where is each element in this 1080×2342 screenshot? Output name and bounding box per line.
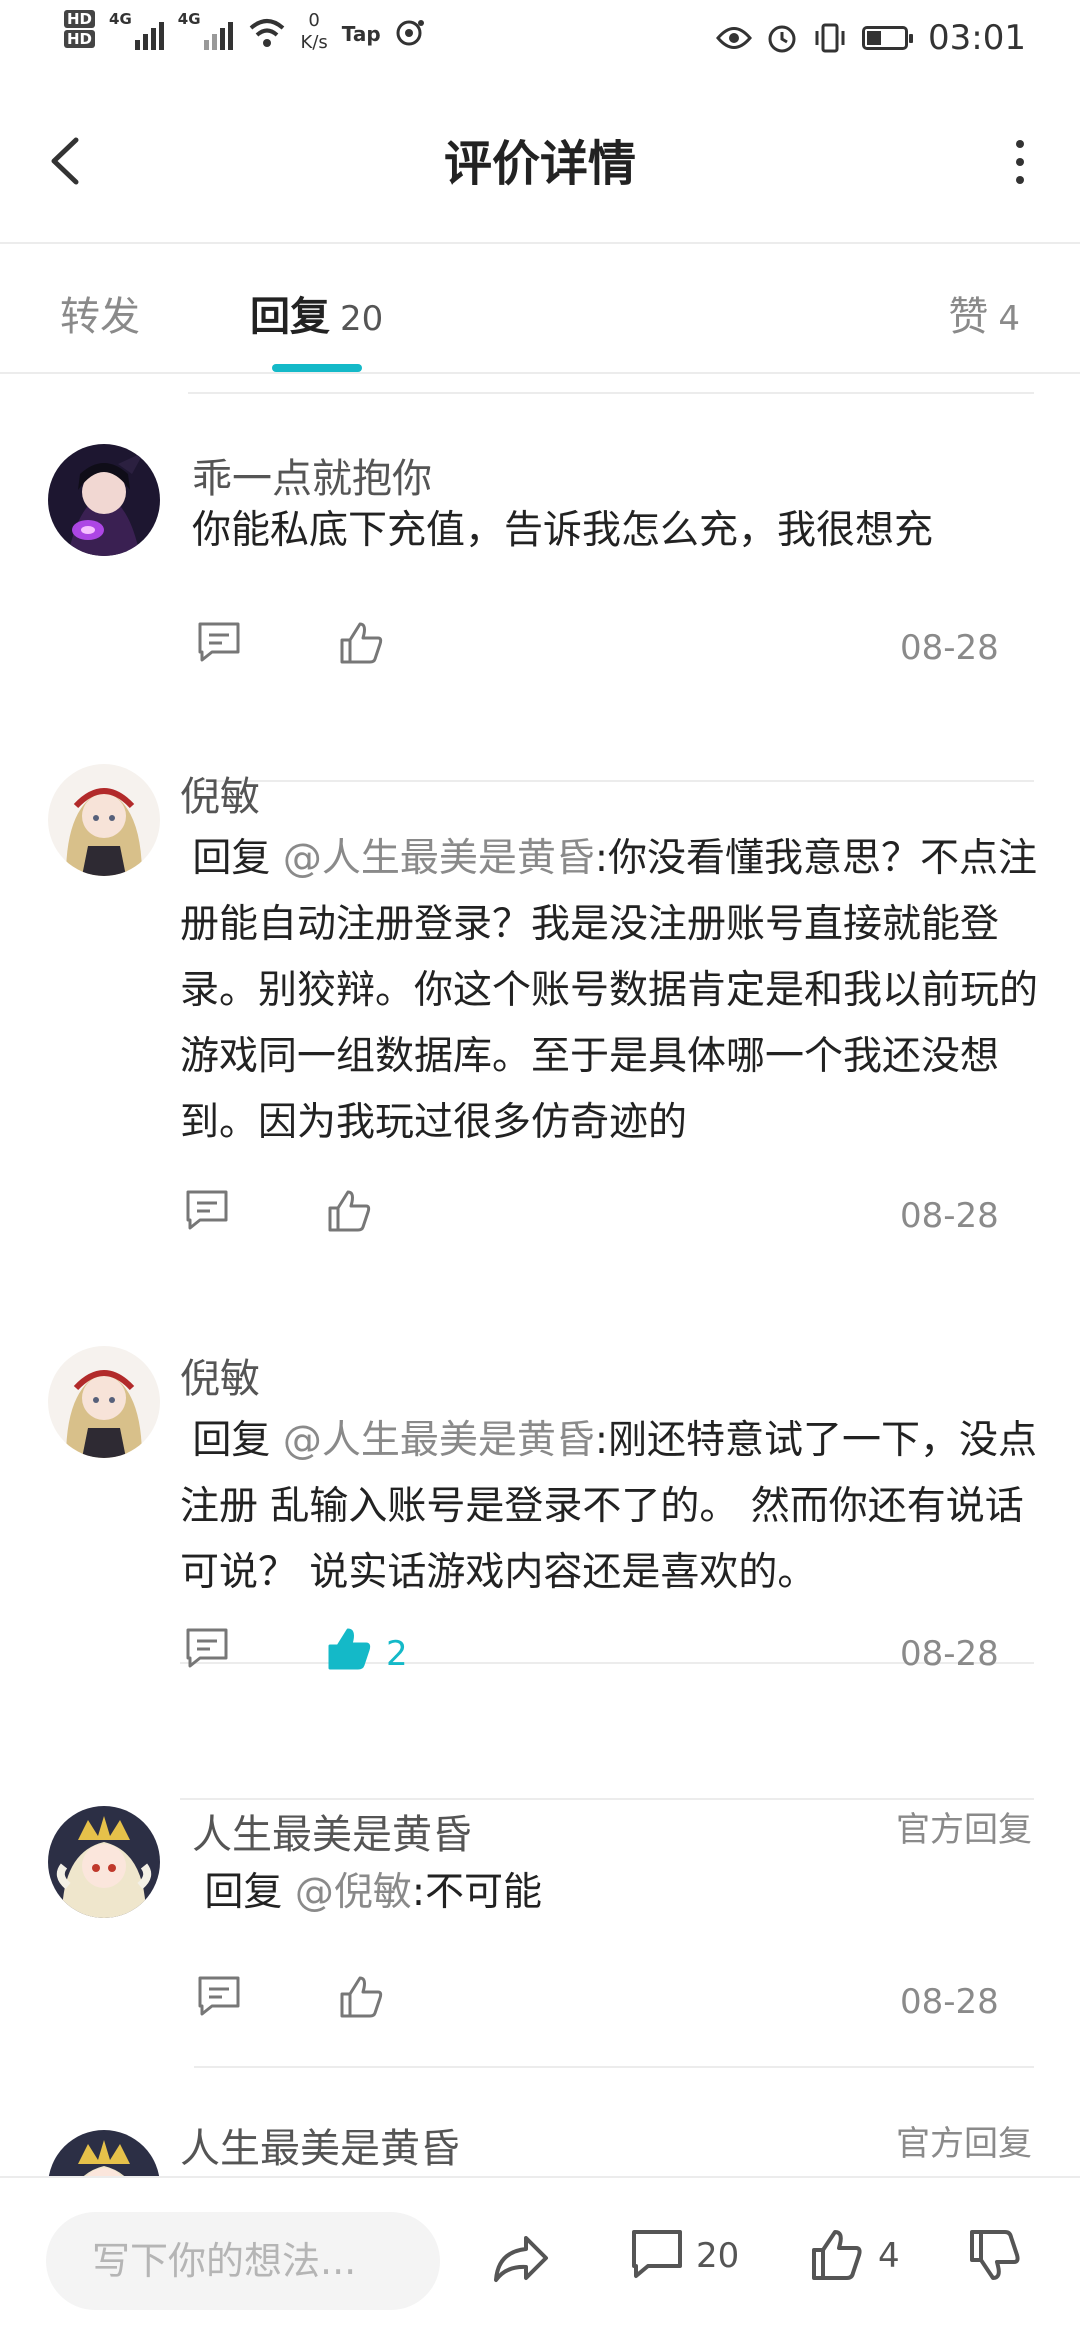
divider xyxy=(180,1798,1034,1800)
comment-author[interactable]: 人生最美是黄昏 xyxy=(180,2116,460,2174)
blonde-anime-avatar-icon xyxy=(48,764,160,876)
dislike-icon[interactable] xyxy=(968,2228,1022,2282)
comment-text: 回复 @人生最美是黄昏:刚还特意试了一下，没点注册 乱输入账号是登录不了的。 然… xyxy=(180,1408,1040,1606)
mention-link[interactable]: @倪敏 xyxy=(295,1870,412,1915)
avatar[interactable] xyxy=(48,2130,160,2176)
app-header: 评价详情 xyxy=(0,80,1080,244)
reply-prefix: 回复 xyxy=(192,836,283,881)
tab-repost-label: 转发 xyxy=(60,294,140,340)
tab-like[interactable]: 赞4 xyxy=(948,284,1020,342)
official-reply-badge: 官方回复 xyxy=(896,2124,1032,2164)
avatar[interactable] xyxy=(48,1806,160,1918)
comment-input[interactable]: 写下你的想法... xyxy=(46,2212,440,2310)
comment-icon[interactable] xyxy=(184,1188,230,1232)
avatar[interactable] xyxy=(48,764,160,876)
official-reply-badge: 官方回复 xyxy=(896,1810,1032,1850)
eye-icon xyxy=(716,27,752,49)
avatar[interactable] xyxy=(48,1346,160,1458)
comment-date: 08-28 xyxy=(900,1634,999,1674)
comment-icon[interactable] xyxy=(184,1626,230,1670)
hd1-label: HD xyxy=(64,10,96,28)
comment-date: 08-28 xyxy=(900,1196,999,1236)
like-icon[interactable] xyxy=(338,1974,384,2020)
comment-author[interactable]: 人生最美是黄昏 xyxy=(192,1802,472,1860)
comment-text: 你能私底下充值，告诉我怎么充，我很想充 xyxy=(192,508,934,553)
like-icon[interactable] xyxy=(326,1188,372,1234)
comment-icon[interactable] xyxy=(196,1974,242,2018)
network-type-1: 4G xyxy=(109,10,132,28)
tab-reply-count: 20 xyxy=(340,299,384,339)
comment-count: 20 xyxy=(696,2236,740,2276)
comment-actions: 08-28 xyxy=(196,1974,1080,2034)
comment-count-icon[interactable] xyxy=(630,2228,684,2282)
hd2-label: HD xyxy=(64,30,96,48)
comment-icon[interactable] xyxy=(196,620,242,664)
crowned-anime-avatar-icon xyxy=(48,2130,160,2176)
network-type-2: 4G xyxy=(177,10,201,28)
avatar[interactable] xyxy=(48,444,160,556)
tab-bar: 转发 回复 20 赞4 xyxy=(0,244,1080,374)
tap-notification-icon xyxy=(396,20,424,46)
divider xyxy=(194,2066,1034,2068)
status-time: 03:01 xyxy=(928,18,1026,58)
dark-anime-avatar-icon xyxy=(48,444,160,556)
tab-repost[interactable]: 转发 xyxy=(60,284,140,342)
comment-actions: 08-28 xyxy=(184,1188,1080,1248)
like-count: 4 xyxy=(878,2236,900,2276)
divider xyxy=(188,392,1034,394)
mention-link[interactable]: @人生最美是黄昏 xyxy=(283,1418,595,1463)
comment-text: 回复 @人生最美是黄昏:你没看懂我意思？不点注册能自动注册登录？我是没注册账号直… xyxy=(180,826,1040,1156)
tab-like-label: 赞 xyxy=(948,294,989,340)
reply-list[interactable]: 乖一点就抱你 你能私底下充值，告诉我怎么充，我很想充 08-28 倪敏 回复 @… xyxy=(0,374,1080,2176)
wifi-icon xyxy=(249,19,284,47)
share-icon[interactable] xyxy=(490,2228,552,2288)
comment-author[interactable]: 倪敏 xyxy=(180,764,260,822)
status-bar: HD HD 4G 4G 0 K/s Tap 03:01 xyxy=(0,0,1080,80)
comment-text: 回复 @倪敏:不可能 xyxy=(192,1860,1052,1926)
signal-icon-2: 4G xyxy=(178,10,233,50)
like-count: 2 xyxy=(386,1634,408,1674)
comment-actions: 2 08-28 xyxy=(184,1626,1080,1686)
comment-date: 08-28 xyxy=(900,1982,999,2022)
alarm-icon xyxy=(768,25,796,53)
network-speed: 0 K/s xyxy=(300,10,328,53)
page-title: 评价详情 xyxy=(443,136,636,192)
active-tab-indicator xyxy=(272,364,362,372)
vibrate-icon xyxy=(815,23,845,53)
reply-prefix: 回复 xyxy=(192,1418,283,1463)
like-icon[interactable] xyxy=(338,620,384,666)
tab-reply[interactable]: 回复 20 xyxy=(250,284,383,342)
comment-actions: 08-28 xyxy=(196,620,1080,680)
crowned-anime-avatar-icon xyxy=(48,1806,160,1918)
tap-app-indicator: Tap xyxy=(341,22,381,46)
bottom-action-bar: 写下你的想法... 20 4 xyxy=(0,2176,1080,2342)
hd-indicator: HD HD xyxy=(64,10,96,48)
battery-icon xyxy=(862,26,914,50)
divider xyxy=(194,780,1034,782)
signal-icon: 4G xyxy=(109,10,164,50)
mention-link[interactable]: @人生最美是黄昏 xyxy=(283,836,595,881)
tab-like-count: 4 xyxy=(998,299,1020,339)
more-options-icon[interactable] xyxy=(1000,130,1040,194)
reply-body: :你没看懂我意思？不点注册能自动注册登录？我是没注册账号直接就能登录。别狡辩。你… xyxy=(180,836,1039,1145)
reply-prefix: 回复 xyxy=(204,1870,295,1915)
tab-reply-label: 回复 xyxy=(250,294,330,340)
comment-author[interactable]: 乖一点就抱你 xyxy=(192,446,432,504)
reply-body: :不可能 xyxy=(411,1870,542,1915)
blonde-anime-avatar-icon xyxy=(48,1346,160,1458)
liked-icon[interactable] xyxy=(326,1626,372,1672)
comment-date: 08-28 xyxy=(900,628,999,668)
comment-author[interactable]: 倪敏 xyxy=(180,1346,260,1404)
like-icon[interactable] xyxy=(810,2228,864,2282)
